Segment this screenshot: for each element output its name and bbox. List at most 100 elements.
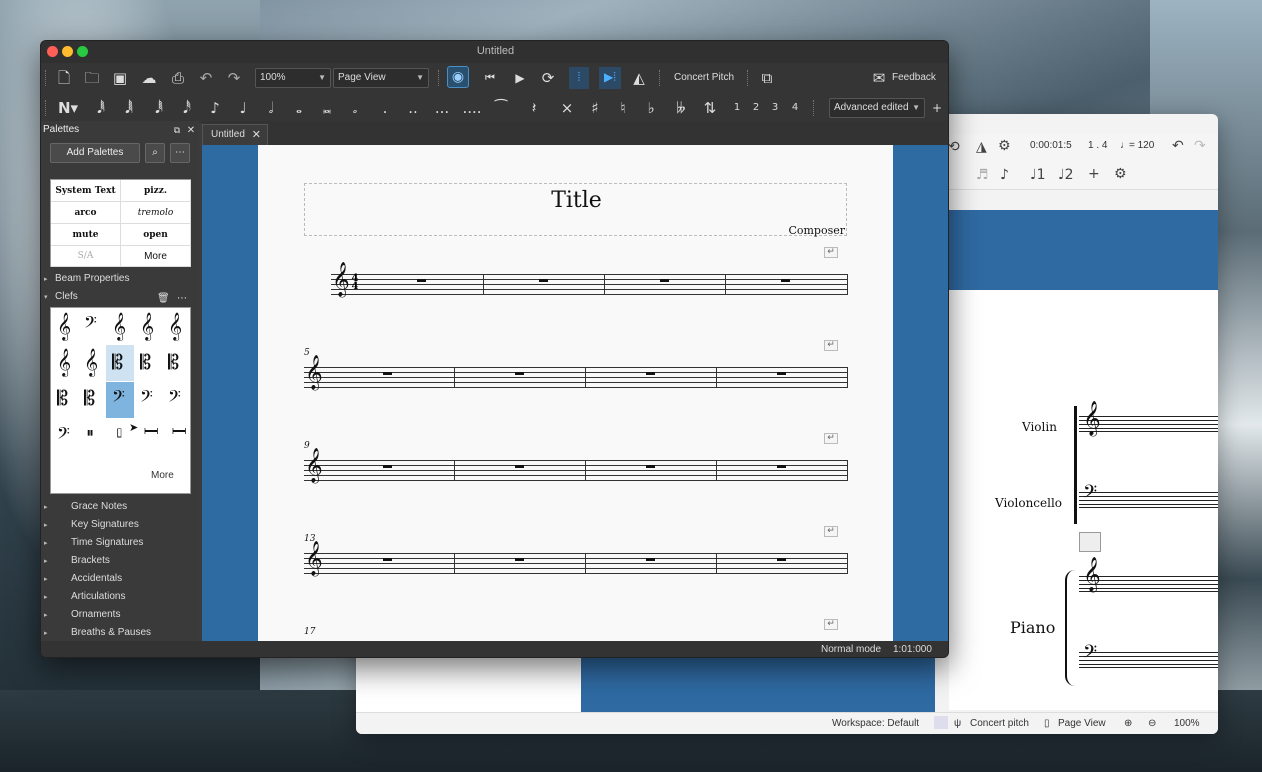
- bass-8va-clef-icon[interactable]: 𝄢: [112, 388, 125, 408]
- loop-in-icon[interactable]: ⦙: [569, 67, 589, 89]
- gear-icon[interactable]: ⚙: [998, 138, 1011, 154]
- whole-rest[interactable]: [646, 558, 655, 561]
- envelope-icon[interactable]: ✉: [869, 68, 889, 88]
- palette-section-accidentals[interactable]: Accidentals: [71, 573, 122, 584]
- score-canvas[interactable]: Title Composer ↵ 𝄞 44 ↵ 5 𝄞 ↵ 9 𝄞 ↵ 13 𝄞…: [202, 145, 948, 641]
- workspace-select[interactable]: Advanced edited ▼: [829, 98, 925, 118]
- palette-section-breaths-pauses[interactable]: Breaths & Pauses: [71, 627, 151, 638]
- voice-3-button[interactable]: 3: [769, 98, 781, 118]
- close-tab-icon[interactable]: ✕: [252, 125, 261, 145]
- flip-direction-icon[interactable]: ⇅: [701, 98, 719, 118]
- whole-rest[interactable]: [515, 372, 524, 375]
- whole-rest[interactable]: [646, 372, 655, 375]
- palette-cell-open[interactable]: open: [121, 224, 191, 246]
- note-input-dropdown-icon[interactable]: N▾: [53, 98, 83, 118]
- duration-64th-icon[interactable]: 𝅘𝅥𝅱: [151, 98, 167, 118]
- expand-arrow-icon[interactable]: ▸: [44, 593, 48, 601]
- treble-clef-icon[interactable]: 𝄞: [57, 314, 71, 338]
- duration-eighth-icon[interactable]: ♪: [207, 98, 223, 118]
- score-title[interactable]: Title: [305, 188, 848, 213]
- whole-rest[interactable]: [646, 465, 655, 468]
- expand-arrow-icon[interactable]: ▸: [44, 503, 48, 511]
- close-icon[interactable]: ✕: [185, 121, 197, 141]
- quadruple-dot-icon[interactable]: ....: [461, 98, 483, 118]
- whole-rest[interactable]: [777, 558, 786, 561]
- tenor-clef-icon[interactable]: 𝄡: [57, 388, 68, 408]
- palette-cell-arco[interactable]: arco: [51, 202, 121, 224]
- treble-8vb-optional-clef-icon[interactable]: 𝄞: [84, 350, 98, 374]
- duration-breve-icon[interactable]: 𝅜: [319, 98, 335, 118]
- whole-rest[interactable]: [417, 279, 426, 282]
- whole-rest[interactable]: [539, 279, 548, 282]
- redo-icon[interactable]: ↷: [1194, 138, 1206, 154]
- palette-more-button[interactable]: More: [121, 246, 191, 267]
- mezzo-soprano-clef-icon[interactable]: 𝄡: [140, 352, 151, 372]
- metronome-icon[interactable]: ◮: [976, 139, 987, 155]
- expand-arrow-icon[interactable]: ▸: [44, 275, 48, 283]
- triple-dot-icon[interactable]: ...: [433, 98, 451, 118]
- natural-icon[interactable]: ♮: [615, 98, 631, 118]
- palette-cell-pizz[interactable]: pizz.: [121, 180, 191, 202]
- duration-longa-icon[interactable]: 𝅗: [347, 98, 363, 118]
- whole-rest[interactable]: [383, 558, 392, 561]
- palette-cell-sa[interactable]: S/A: [51, 246, 121, 267]
- add-icon[interactable]: +: [1088, 166, 1100, 182]
- voice1-icon[interactable]: ♩1: [1030, 167, 1046, 183]
- metronome-icon[interactable]: ◭: [630, 68, 648, 88]
- dot-icon[interactable]: .: [377, 98, 393, 118]
- expand-arrow-icon[interactable]: ▸: [44, 629, 48, 637]
- main-window[interactable]: Untitled 🗋 🗀 ▣ ☁ ⎙ ↶ ↷ 100% ▼ Page View ▼ …: [40, 40, 949, 658]
- palette-section-brackets[interactable]: Brackets: [71, 555, 110, 566]
- duration-whole-icon[interactable]: 𝅝: [291, 98, 307, 118]
- zoom-out-icon[interactable]: ⊖: [1148, 718, 1156, 729]
- duration-half-icon[interactable]: 𝅗𝅥: [263, 98, 279, 118]
- percussion-2-clef-icon[interactable]: 𝄦: [116, 427, 121, 441]
- undock-icon[interactable]: ⧉: [171, 121, 183, 141]
- new-file-icon[interactable]: 🗋: [55, 68, 73, 88]
- treble-15mb-clef-icon[interactable]: 𝄞: [57, 350, 71, 374]
- save-icon[interactable]: ▣: [111, 68, 129, 88]
- whole-rest[interactable]: [660, 279, 669, 282]
- double-sharp-icon[interactable]: ×: [559, 98, 575, 118]
- bass-15mb-clef-icon[interactable]: 𝄢: [57, 425, 70, 445]
- more-options-icon[interactable]: ⋯: [170, 143, 190, 163]
- play-icon[interactable]: ▶: [511, 68, 529, 88]
- whole-rest[interactable]: [515, 465, 524, 468]
- baritone-c-clef-icon[interactable]: 𝄡: [84, 388, 95, 408]
- whole-rest[interactable]: [777, 372, 786, 375]
- duration-quarter-icon[interactable]: ♩: [235, 98, 251, 118]
- undo-icon[interactable]: ↶: [197, 68, 215, 88]
- bass-8vb-clef-icon[interactable]: 𝄢: [168, 388, 181, 408]
- duration-128th-icon[interactable]: 𝅘𝅥𝅲: [121, 98, 137, 118]
- note-input-mode-icon[interactable]: ◉: [447, 66, 469, 88]
- open-folder-icon[interactable]: 🗀: [83, 68, 101, 88]
- palette-section-key-signatures[interactable]: Key Signatures: [71, 519, 139, 530]
- cloud-upload-icon[interactable]: ☁: [139, 68, 159, 88]
- zoom-in-icon[interactable]: ⊕: [1124, 718, 1132, 729]
- image-capture-icon[interactable]: ⧉: [757, 68, 777, 88]
- tie-icon[interactable]: ⁀: [491, 98, 511, 118]
- bass-15ma-clef-icon[interactable]: 𝄢: [140, 388, 153, 408]
- alto-clef-icon[interactable]: 𝄡: [168, 352, 179, 372]
- palette-section-ornaments[interactable]: Ornaments: [71, 609, 120, 620]
- score-composer[interactable]: Composer: [788, 224, 845, 237]
- double-flat-icon[interactable]: 𝄫: [671, 98, 691, 118]
- tab-untitled[interactable]: Untitled ✕: [202, 124, 268, 145]
- voice2-icon[interactable]: ♩2: [1058, 167, 1074, 183]
- add-palettes-button[interactable]: Add Palettes: [50, 143, 140, 163]
- redo-icon[interactable]: ↷: [225, 68, 243, 88]
- expand-arrow-icon[interactable]: ▸: [44, 611, 48, 619]
- palette-section-articulations[interactable]: Articulations: [71, 591, 125, 602]
- percussion-clef-icon[interactable]: 𝄥: [88, 427, 92, 441]
- sharp-icon[interactable]: ♯: [587, 98, 603, 118]
- palette-cell-tremolo[interactable]: tremolo: [121, 202, 191, 224]
- soprano-clef-icon[interactable]: 𝄡: [112, 352, 123, 372]
- title-frame[interactable]: Title Composer: [304, 183, 848, 237]
- palette-section-clefs[interactable]: Clefs: [55, 291, 78, 302]
- whole-rest[interactable]: [781, 279, 790, 282]
- workspace-label[interactable]: Workspace: Default: [832, 718, 919, 729]
- flip-icon[interactable]: ♪: [1000, 167, 1009, 183]
- flat-icon[interactable]: ♭: [643, 98, 659, 118]
- palette-section-grace-notes[interactable]: Grace Notes: [71, 501, 127, 512]
- expand-arrow-icon[interactable]: ▸: [44, 539, 48, 547]
